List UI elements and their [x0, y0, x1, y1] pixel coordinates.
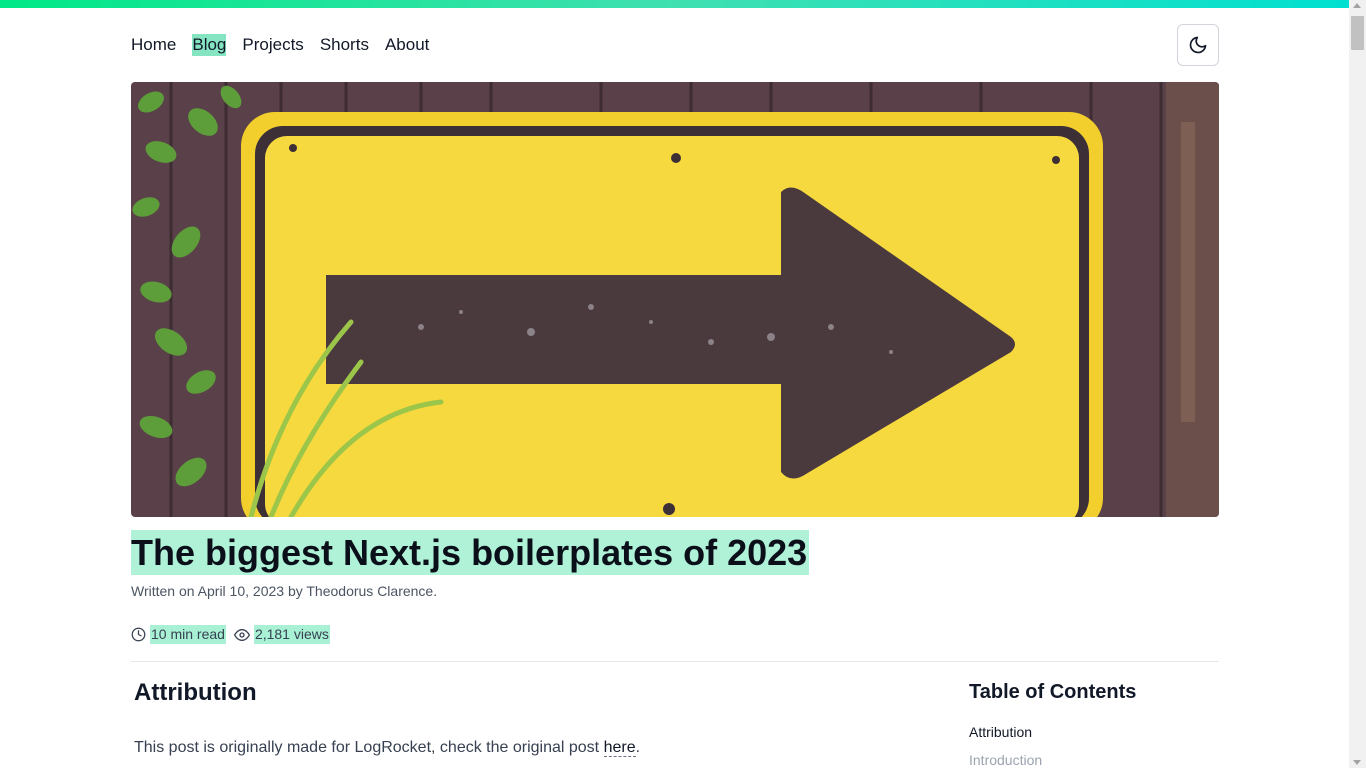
scroll-up-icon[interactable]	[1353, 3, 1361, 8]
moon-icon	[1189, 36, 1207, 54]
read-time: 10 min read	[131, 625, 226, 644]
clock-icon	[131, 627, 146, 642]
banner-image	[131, 82, 1219, 517]
toc-item-introduction[interactable]: Introduction	[969, 751, 1042, 768]
top-gradient-bar	[0, 0, 1349, 8]
divider	[131, 661, 1219, 662]
main-nav: Home Blog Projects Shorts About	[131, 30, 429, 60]
view-count: 2,181 views	[233, 625, 330, 644]
nav-item-home[interactable]: Home	[131, 34, 176, 56]
eye-icon	[233, 628, 250, 641]
view-count-label: 2,181 views	[253, 625, 330, 644]
post-byline: Written on April 10, 2023 by Theodorus C…	[131, 583, 438, 599]
scroll-thumb[interactable]	[1351, 16, 1364, 50]
nav-item-blog[interactable]: Blog	[192, 34, 227, 56]
post-title: The biggest Next.js boilerplates of 2023	[131, 530, 810, 575]
article-paragraph: This post is originally made for LogRock…	[134, 737, 640, 759]
article-paragraph-text: This post is originally made for LogRock…	[134, 739, 604, 756]
original-post-link[interactable]: here	[603, 739, 636, 757]
scrollbar[interactable]	[1349, 0, 1366, 768]
toc-title: Table of Contents	[969, 681, 1137, 703]
article-heading: Attribution	[134, 679, 257, 706]
toc-item-attribution[interactable]: Attribution	[969, 723, 1032, 741]
article-paragraph-end: .	[635, 739, 641, 756]
theme-toggle-button[interactable]	[1177, 24, 1219, 66]
nav-item-about[interactable]: About	[385, 34, 429, 56]
nav-item-shorts[interactable]: Shorts	[320, 34, 369, 56]
scroll-down-icon[interactable]	[1353, 760, 1361, 765]
read-time-label: 10 min read	[150, 625, 226, 644]
nav-item-projects[interactable]: Projects	[242, 34, 303, 56]
post-stats: 10 min read 2,181 views	[131, 625, 330, 644]
